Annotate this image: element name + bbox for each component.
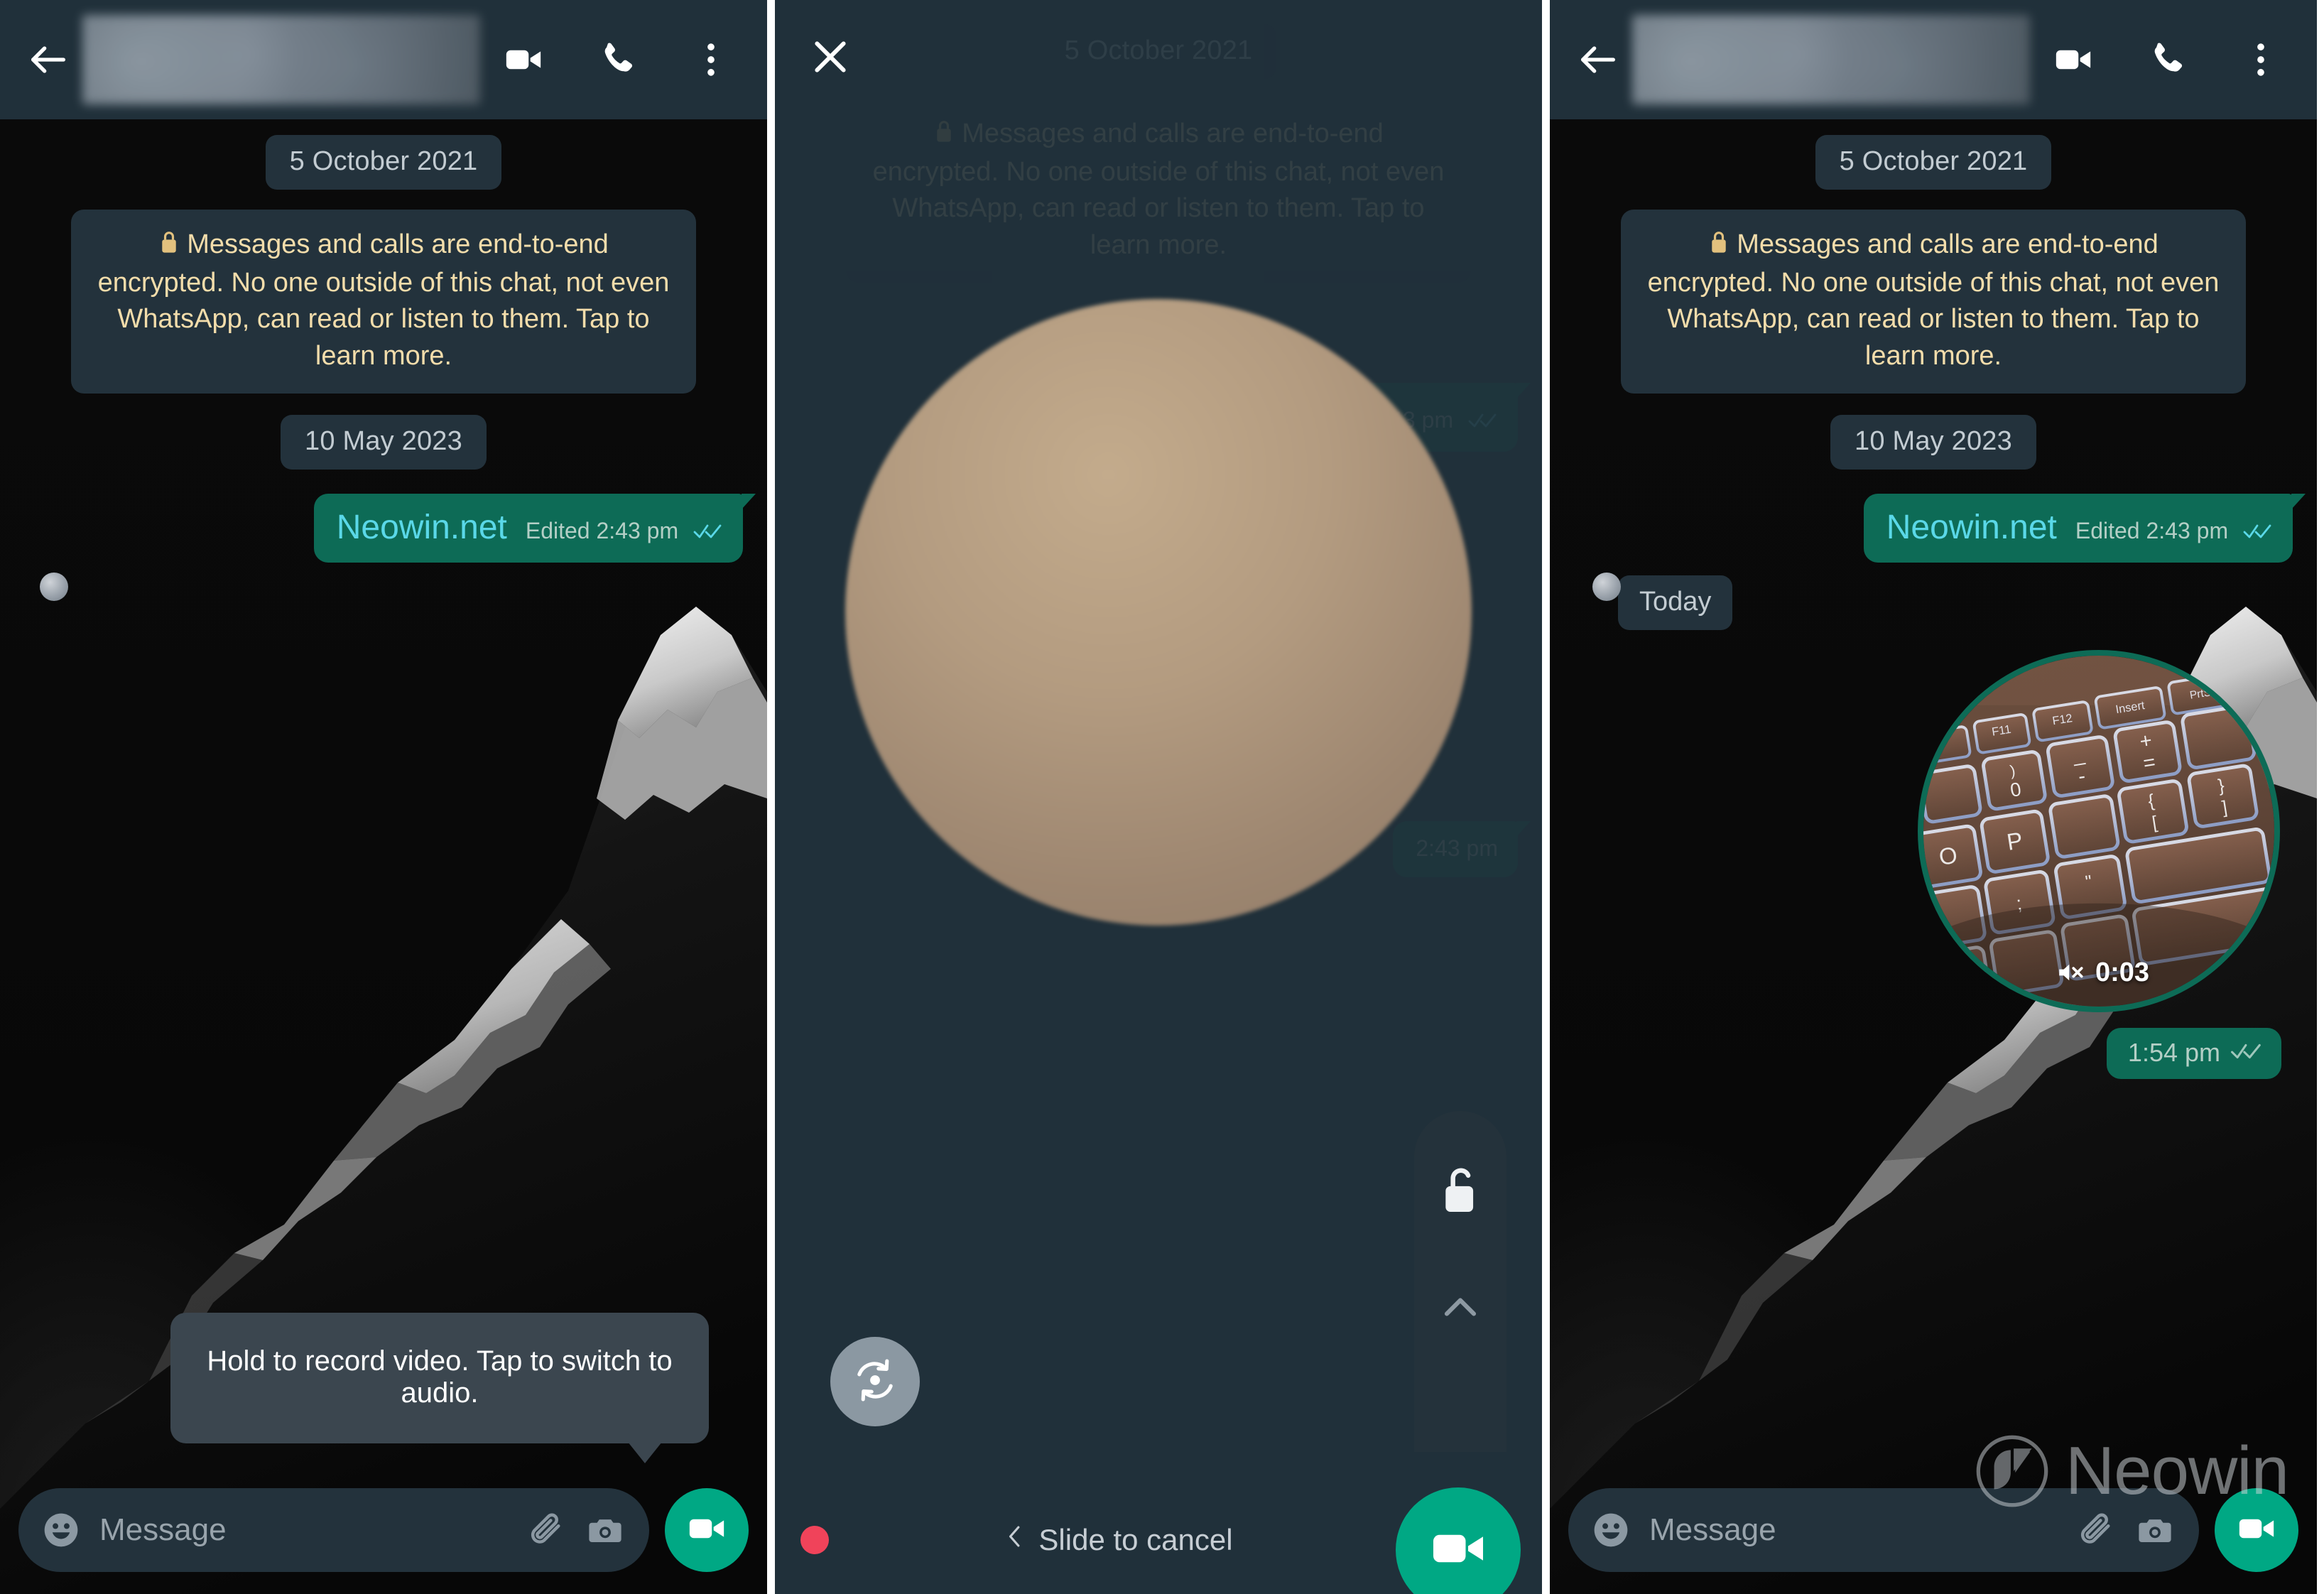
outgoing-message-bubble[interactable]: Neowin.net Edited 2:43 pm [313, 493, 756, 563]
video-note-bubble[interactable]: F11 F12 Insert PrtSc) 0 _ - + = O P {[… [1918, 649, 2280, 1012]
date-separator-row-3: Today [1574, 575, 2293, 630]
voice-call-icon[interactable] [2146, 39, 2188, 80]
back-arrow-icon[interactable] [1575, 37, 1621, 82]
message-link-text[interactable]: Neowin.net [337, 508, 507, 547]
overflow-menu-icon[interactable] [2240, 39, 2281, 80]
double-check-read-icon [2243, 520, 2273, 546]
date-separator-1: 5 October 2021 [1815, 135, 2052, 190]
ghost-encryption-text: Messages and calls are end-to-end encryp… [872, 119, 1445, 261]
overflow-menu-icon[interactable] [690, 39, 732, 80]
paperclip-icon[interactable] [2077, 1510, 2117, 1550]
video-note-timestamp-bubble: 1:54 pm [2106, 1027, 2281, 1079]
voice-call-icon[interactable] [597, 39, 638, 80]
video-note-row: F11 F12 Insert PrtSc) 0 _ - + = O P {[… [1574, 649, 2293, 1012]
video-camera-icon [2236, 1508, 2277, 1553]
message-input-bar: Message [1550, 1478, 2317, 1594]
message-input[interactable]: Message [99, 1512, 509, 1548]
topbar-actions [2053, 39, 2291, 80]
muted-speaker-icon [2056, 958, 2085, 987]
video-note-fab-button[interactable] [2215, 1488, 2298, 1572]
lock-recording-rail[interactable] [1414, 1111, 1506, 1452]
message-input[interactable]: Message [1649, 1512, 2058, 1548]
chat-topbar [0, 0, 767, 119]
video-note-duration: 0:03 [2095, 957, 2150, 987]
panel-chat-with-sent-video-note: 5 October 2021 Messages and calls are en… [1550, 0, 2317, 1594]
paperclip-icon[interactable] [527, 1510, 567, 1550]
double-check-read-icon [2230, 1038, 2263, 1068]
contact-name-redacted[interactable] [82, 15, 480, 104]
emoji-icon[interactable] [41, 1510, 81, 1550]
lock-icon [1708, 228, 1730, 265]
encryption-notice[interactable]: Messages and calls are end-to-end encryp… [1621, 210, 2246, 394]
chat-message-list[interactable]: 5 October 2021 Messages and calls are en… [1550, 119, 2317, 1594]
date-separator-2: 10 May 2023 [1830, 414, 2036, 470]
date-separator-1: 5 October 2021 [265, 135, 502, 190]
emoji-icon[interactable] [1591, 1510, 1631, 1550]
contact-name-redacted[interactable] [1632, 15, 2030, 104]
sent-time: 1:54 pm [2127, 1037, 2220, 1067]
tooltip-text: Hold to record video. Tap to switch to a… [207, 1345, 673, 1409]
message-reaction-row [24, 563, 743, 606]
date-separator-row-2: 10 May 2023 [1574, 414, 2293, 470]
slide-to-cancel-label: Slide to cancel [1038, 1523, 1233, 1556]
video-call-icon[interactable] [503, 39, 544, 80]
message-input-bar: Message [0, 1478, 767, 1594]
lock-icon [933, 117, 955, 154]
date-separator-row-2: 10 May 2023 [24, 414, 743, 470]
message-meta: Edited 2:43 pm [2075, 518, 2273, 546]
message-input-pill[interactable]: Message [18, 1488, 649, 1572]
video-camera-icon [686, 1508, 727, 1553]
edited-label: Edited [525, 517, 590, 543]
ghost-date-1: 5 October 2021 [1040, 24, 1277, 79]
video-note-timestamp-row: 1:54 pm [1574, 1027, 2293, 1079]
ghost-encryption-notice: Messages and calls are end-to-end encryp… [846, 99, 1471, 283]
outgoing-message-row: Neowin.net Edited 2:43 pm [1574, 493, 2306, 563]
chevron-left-icon [1006, 1522, 1024, 1558]
video-note-fab-button[interactable] [665, 1488, 749, 1572]
message-time: 2:43 pm [596, 517, 679, 543]
chevron-up-icon[interactable] [1440, 1294, 1481, 1324]
message-input-pill[interactable]: Message [1568, 1488, 2199, 1572]
moon-emoji [40, 572, 68, 606]
recording-dot-indicator [800, 1526, 829, 1554]
close-x-icon[interactable] [808, 34, 853, 80]
screenshot-triptych: 5 October 2021 Messages and calls are en… [0, 0, 2324, 1594]
panel-video-note-recorder: 5 October 2021 Messages and calls are en… [775, 0, 1542, 1594]
encryption-notice[interactable]: Messages and calls are end-to-end encryp… [71, 210, 696, 394]
unlocked-padlock-icon[interactable] [1438, 1164, 1482, 1220]
date-separator-2: 10 May 2023 [281, 414, 487, 470]
outgoing-message-row: Neowin.net Edited 2:43 pm [24, 493, 756, 563]
moon-emoji [1592, 572, 1621, 601]
flip-camera-button[interactable] [830, 1337, 920, 1426]
date-separator-row: 5 October 2021 [1574, 135, 2293, 190]
double-check-read-icon [1468, 409, 1498, 435]
message-meta: Edited 2:43 pm [526, 518, 723, 546]
double-check-read-icon [693, 520, 723, 546]
video-note-footer: 0:03 [1923, 958, 2274, 988]
encryption-notice-text: Messages and calls are end-to-end encryp… [97, 229, 670, 372]
outgoing-message-bubble[interactable]: Neowin.net Edited 2:43 pm [1863, 493, 2306, 563]
ghost-stamp-bubble: 2:43 pm [1393, 820, 1531, 877]
video-call-icon[interactable] [2053, 39, 2094, 80]
camera-icon[interactable] [585, 1510, 625, 1550]
encryption-notice-text: Messages and calls are end-to-end encryp… [1647, 229, 2220, 372]
date-separator-today: Today [1618, 575, 1733, 630]
camera-icon[interactable] [2135, 1510, 2175, 1550]
topbar-actions [503, 39, 742, 80]
edited-label: Edited [2075, 517, 2140, 543]
lock-icon [158, 228, 180, 265]
panel-chat-with-tooltip: 5 October 2021 Messages and calls are en… [0, 0, 767, 1594]
video-camera-icon [1428, 1519, 1488, 1582]
message-link-text[interactable]: Neowin.net [1886, 508, 2057, 547]
flip-camera-icon [849, 1355, 901, 1409]
message-time: 2:43 pm [2146, 517, 2229, 543]
circular-camera-preview [845, 299, 1472, 926]
keyboard-video-frame: F11 F12 Insert PrtSc) 0 _ - + = O P {[… [1923, 655, 2274, 1007]
date-separator-row: 5 October 2021 [24, 135, 743, 190]
back-arrow-icon[interactable] [26, 37, 71, 82]
record-video-tooltip: Hold to record video. Tap to switch to a… [170, 1313, 709, 1463]
ghost-stamp-meta: 2:43 pm [1416, 835, 1498, 861]
chat-topbar [1550, 0, 2317, 119]
slide-to-cancel[interactable]: Slide to cancel [829, 1522, 1410, 1558]
